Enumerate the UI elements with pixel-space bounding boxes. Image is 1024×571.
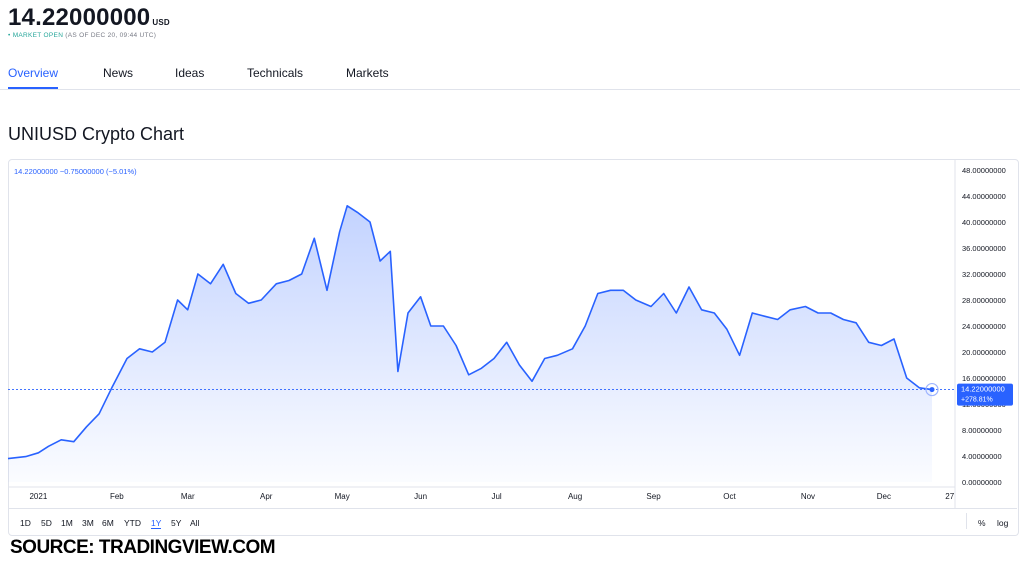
last-price-label: 14.22000000: [961, 385, 1005, 394]
range-1d[interactable]: 1D: [20, 518, 31, 528]
change-percent-label: +278.81%: [961, 397, 993, 404]
x-tick-label: May: [335, 492, 350, 501]
y-tick-label: 16.00000000: [962, 374, 1006, 383]
percent-toggle[interactable]: %: [978, 518, 986, 528]
price-chart[interactable]: 48.00000000 44.00000000 40.00000000 36.0000…: [0, 0, 1024, 571]
y-tick-label: 48.00000000: [962, 166, 1006, 175]
range-5d[interactable]: 5D: [41, 518, 52, 528]
x-tick-label: Apr: [260, 492, 273, 501]
y-tick-label: 8.00000000: [962, 426, 1002, 435]
range-1y[interactable]: 1Y: [151, 518, 162, 529]
range-6m[interactable]: 6M: [102, 518, 114, 528]
log-toggle[interactable]: log: [997, 518, 1008, 528]
y-tick-label: 40.00000000: [962, 218, 1006, 227]
y-tick-label: 36.00000000: [962, 244, 1006, 253]
x-tick-label: Oct: [723, 492, 736, 501]
range-all[interactable]: All: [190, 518, 199, 528]
toolbar-divider: [966, 513, 967, 529]
range-ytd[interactable]: YTD: [124, 518, 141, 528]
last-point-dot: [929, 387, 935, 393]
x-tick-label: Feb: [110, 492, 124, 501]
x-tick-label: Jul: [491, 492, 501, 501]
y-tick-label: 0.00000000: [962, 478, 1002, 487]
x-tick-label: 2021: [29, 492, 47, 501]
x-tick-label: 27: [945, 492, 954, 501]
y-tick-label: 4.00000000: [962, 452, 1002, 461]
x-tick-label: Jun: [414, 492, 427, 501]
range-1m[interactable]: 1M: [61, 518, 73, 528]
source-caption: SOURCE: TRADINGVIEW.COM: [10, 537, 276, 558]
y-tick-label: 24.00000000: [962, 322, 1006, 331]
x-tick-label: Mar: [181, 492, 195, 501]
y-tick-label: 32.00000000: [962, 270, 1006, 279]
x-tick-label: Sep: [646, 492, 661, 501]
x-tick-label: Dec: [877, 492, 891, 501]
price-area-fill: [8, 205, 932, 483]
y-tick-label: 28.00000000: [962, 296, 1006, 305]
y-tick-label: 20.00000000: [962, 348, 1006, 357]
x-tick-label: Nov: [801, 492, 815, 501]
x-tick-label: Aug: [568, 492, 582, 501]
range-5y[interactable]: 5Y: [171, 518, 181, 528]
range-3m[interactable]: 3M: [82, 518, 94, 528]
y-tick-label: 44.00000000: [962, 192, 1006, 201]
